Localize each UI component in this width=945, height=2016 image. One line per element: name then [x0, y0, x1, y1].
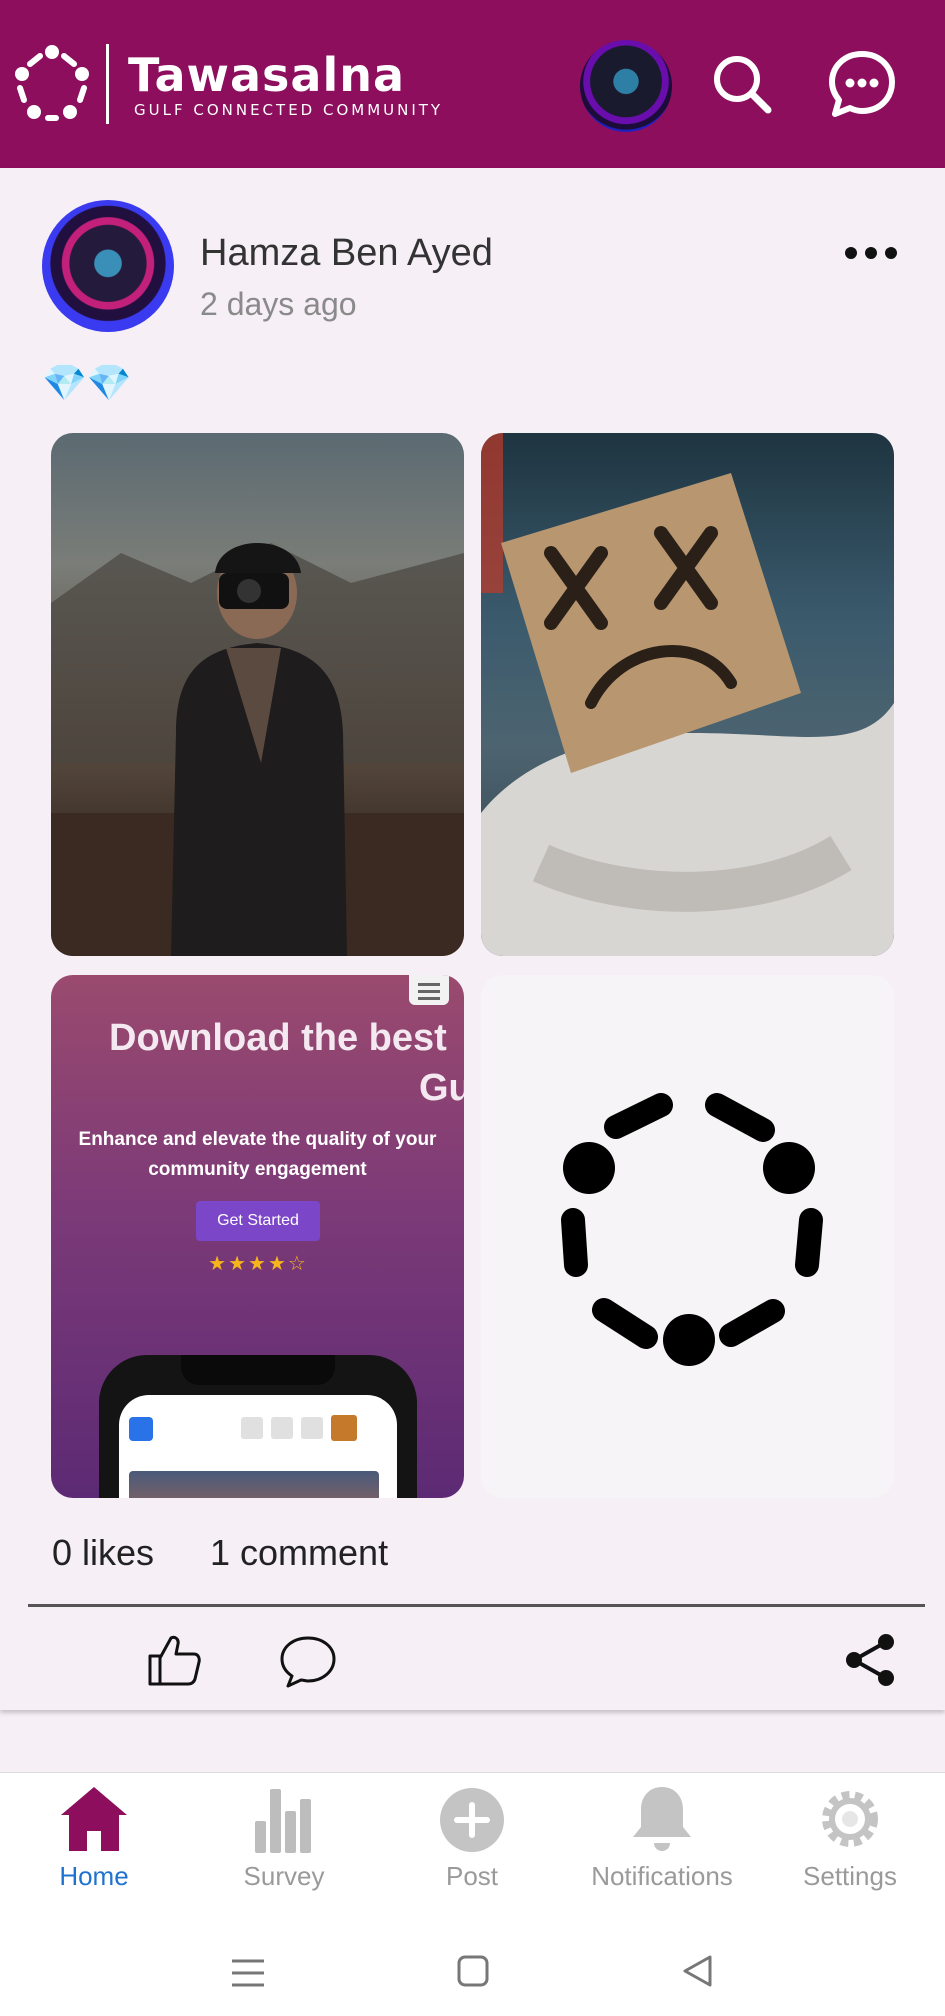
post-time: 2 days ago — [200, 286, 357, 322]
nav-settings[interactable]: Settings — [770, 1781, 930, 1892]
brand-subtitle: Gulf Connected Community — [134, 101, 444, 119]
nav-settings-label: Settings — [803, 1861, 897, 1891]
brand-title: Tawasalna — [128, 48, 406, 102]
post-caption: 💎💎 — [42, 362, 132, 403]
logo-ring-icon[interactable] — [12, 44, 92, 124]
paperbag-image — [481, 433, 894, 956]
plus-circle-icon — [440, 1788, 504, 1852]
bell-icon — [633, 1787, 691, 1851]
post-image-promo[interactable]: Download the best Gu Enhance and elevate… — [51, 975, 464, 1498]
comment-icon[interactable] — [278, 1630, 338, 1690]
nav-home-label: Home — [59, 1861, 129, 1891]
nav-survey[interactable]: Survey — [204, 1781, 364, 1892]
post-image-paperbag[interactable] — [481, 433, 894, 956]
bottom-nav: Home Survey Post Notifications Settings — [0, 1772, 945, 1901]
post-image-photographer[interactable] — [51, 433, 464, 956]
home-icon — [61, 1787, 127, 1851]
phone-mockup — [99, 1355, 417, 1498]
back-triangle-icon[interactable] — [680, 1954, 714, 1988]
photographer-image — [51, 543, 464, 956]
share-icon[interactable] — [840, 1630, 900, 1690]
post-author[interactable]: Hamza Ben Ayed — [200, 232, 493, 275]
nav-survey-label: Survey — [243, 1861, 325, 1891]
system-nav-bar — [0, 1900, 945, 2016]
comments-count[interactable]: 1 comment — [210, 1532, 388, 1574]
like-icon[interactable] — [144, 1630, 204, 1690]
likes-count[interactable]: 0 likes — [52, 1532, 154, 1574]
app-header: Tawasalna Gulf Connected Community — [0, 0, 945, 168]
promo-subtitle: Enhance and elevate the quality of your … — [78, 1129, 437, 1180]
nav-notifications-label: Notifications — [591, 1861, 733, 1891]
get-started-button[interactable]: Get Started — [196, 1201, 320, 1241]
gear-icon — [822, 1791, 878, 1847]
search-icon[interactable] — [706, 48, 778, 120]
bar-chart-icon — [255, 1789, 311, 1853]
promo-headline-2: Gu — [419, 1067, 464, 1109]
nav-post-label: Post — [445, 1861, 499, 1891]
post-image-logo[interactable] — [481, 975, 894, 1498]
profile-avatar[interactable] — [580, 40, 672, 132]
rating-stars: ★★★★☆ — [208, 1253, 308, 1275]
square-icon[interactable] — [456, 1954, 490, 1988]
promo-headline: Download the best — [109, 1017, 447, 1059]
menu-icon[interactable] — [230, 1958, 266, 1988]
author-avatar[interactable] — [42, 200, 174, 332]
chat-bubble-icon[interactable] — [826, 48, 898, 120]
more-options-icon[interactable] — [842, 236, 900, 270]
nav-post[interactable]: Post — [392, 1781, 552, 1892]
logo-ring-icon — [561, 1093, 823, 1366]
nav-home[interactable]: Home — [14, 1781, 174, 1892]
menu-icon — [409, 975, 449, 1005]
nav-notifications[interactable]: Notifications — [582, 1781, 742, 1892]
logo-divider — [106, 44, 109, 124]
stats-divider — [28, 1604, 925, 1607]
